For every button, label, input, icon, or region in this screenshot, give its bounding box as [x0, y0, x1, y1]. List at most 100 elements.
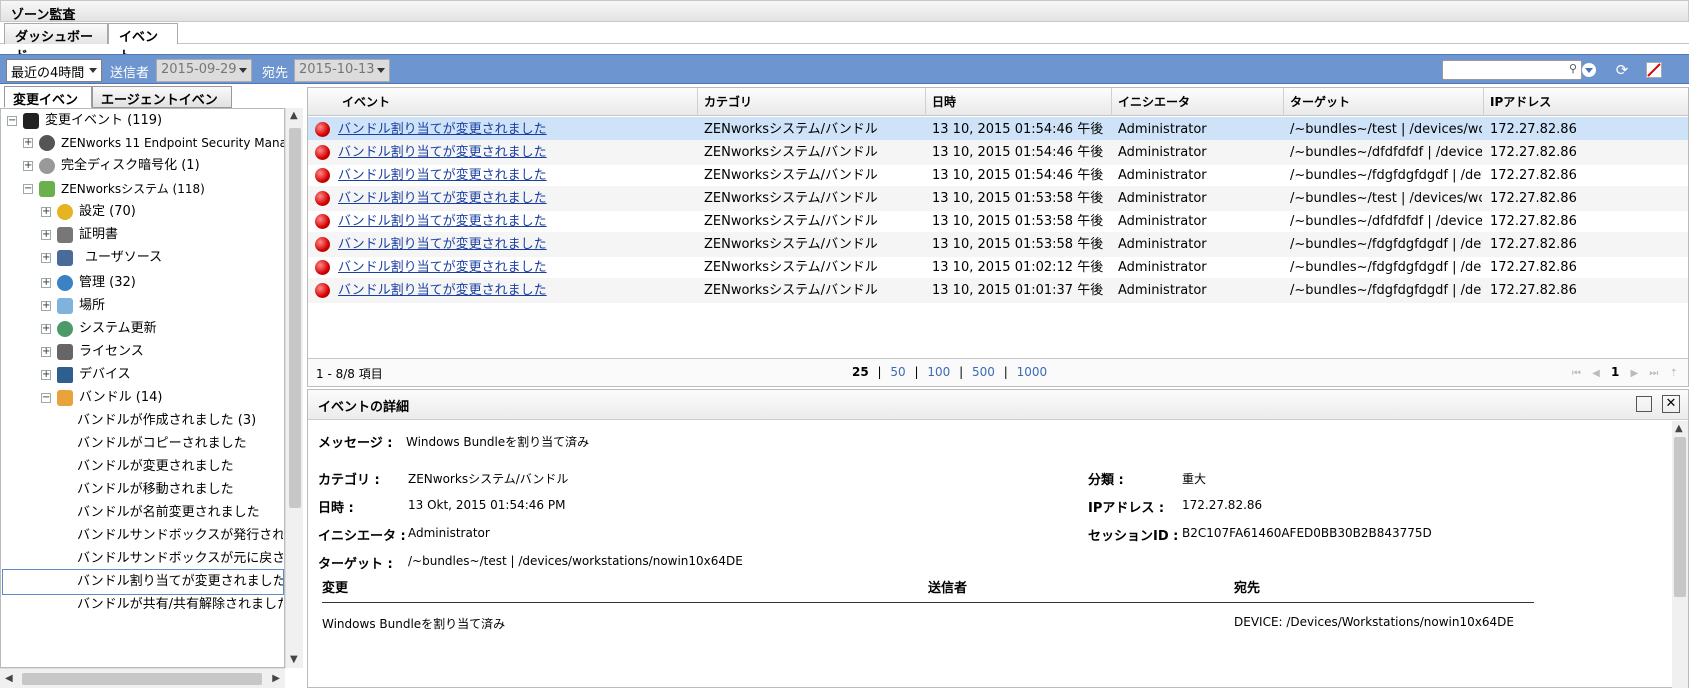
page-size-50[interactable]: 50 — [890, 365, 905, 379]
tree-leaf-sandbox-published[interactable]: バンドルサンドボックスが発行され — [63, 524, 283, 548]
scroll-up-icon[interactable]: ▲ — [290, 110, 298, 121]
tree-vertical-scrollbar[interactable]: ▲ ▼ — [285, 108, 303, 668]
table-row[interactable]: バンドル割り当てが変更されました ZENworksシステム/バンドル 13 10, … — [308, 117, 1688, 142]
event-link[interactable]: バンドル割り当てが変更されました — [338, 191, 547, 206]
tree-leaf-bundle-moved[interactable]: バンドルが移動されました — [63, 478, 283, 502]
page-size-100[interactable]: 100 — [927, 365, 950, 379]
expand-icon[interactable]: + — [23, 161, 33, 171]
separator: | — [959, 365, 964, 379]
next-page-icon[interactable]: ▶ — [1631, 368, 1639, 379]
license-icon — [57, 344, 73, 360]
cell-target: /~bundles~/test | /devices/wor... — [1290, 122, 1482, 137]
tab-agent-events[interactable]: エージェントイベント — [92, 86, 232, 127]
page-size-1000[interactable]: 1000 — [1017, 365, 1048, 379]
expand-icon[interactable]: + — [41, 230, 51, 240]
separator: | — [914, 365, 919, 379]
col-header-initiator[interactable]: イニシエータ — [1112, 88, 1284, 116]
chevron-down-icon — [239, 68, 247, 73]
tree-leaf-sandbox-reverted[interactable]: バンドルサンドボックスが元に戻さ — [63, 547, 283, 571]
first-page-icon[interactable]: ⏮ — [1572, 368, 1581, 379]
last-page-icon[interactable]: ⏭ — [1649, 368, 1658, 379]
event-tree: − 変更イベント (119) + ZENworks 11 Endpoint Se… — [0, 108, 285, 668]
col-header-datetime[interactable]: 日時 — [926, 88, 1112, 116]
expand-icon[interactable]: + — [41, 370, 51, 380]
from-date-field[interactable]: 2015-09-29 — [156, 59, 252, 82]
tab-dashboard[interactable]: ダッシュボード — [4, 23, 108, 64]
tree-leaf-bundle-copied[interactable]: バンドルがコピーされました — [63, 432, 283, 456]
details-header: イベントの詳細 ✕ — [308, 390, 1688, 420]
event-link[interactable]: バンドル割り当てが変更されました — [338, 283, 547, 298]
top-icon[interactable]: ⇡ — [1670, 368, 1678, 379]
period-select[interactable]: 最近の4時間 — [6, 59, 102, 82]
scrollbar-thumb[interactable] — [22, 673, 262, 685]
error-severity-icon — [315, 145, 330, 160]
details-vertical-scrollbar[interactable]: ▲ — [1672, 421, 1688, 688]
to-date-field[interactable]: 2015-10-13 — [294, 59, 390, 82]
refresh-icon[interactable]: ⟳ — [1612, 60, 1632, 80]
tree-leaf-assignment-changed[interactable]: バンドル割り当てが変更されました — [2, 569, 284, 595]
tree-node-label: 変更イベント (119) — [45, 113, 163, 128]
tab-events[interactable]: イベント — [108, 23, 178, 64]
event-link[interactable]: バンドル割り当てが変更されました — [338, 260, 547, 275]
to-date-value: 2015-10-13 — [299, 62, 375, 77]
event-link[interactable]: バンドル割り当てが変更されました — [338, 168, 547, 183]
event-link[interactable]: バンドル割り当てが変更されました — [338, 214, 547, 229]
expand-icon[interactable]: + — [41, 253, 51, 263]
scrollbar-thumb[interactable] — [1674, 437, 1686, 597]
cell-event: バンドル割り当てが変更されました — [338, 140, 688, 165]
tree-leaf-bundle-shared[interactable]: バンドルが共有/共有解除されました — [63, 593, 283, 617]
scroll-up-icon[interactable]: ▲ — [1675, 423, 1683, 434]
cell-initiator: Administrator — [1118, 260, 1207, 275]
clear-filter-icon[interactable] — [1646, 62, 1662, 78]
event-link[interactable]: バンドル割り当てが変更されました — [338, 122, 547, 137]
table-row[interactable]: バンドル割り当てが変更されました ZENworksシステム/バンドル 13 10, … — [308, 140, 1688, 165]
scrollbar-thumb[interactable] — [289, 128, 301, 508]
col-header-event[interactable]: イベント — [308, 88, 698, 116]
scroll-down-icon[interactable]: ▼ — [290, 654, 298, 665]
event-link[interactable]: バンドル割り当てが変更されました — [338, 237, 547, 252]
col-header-target[interactable]: ターゲット — [1284, 88, 1484, 116]
search-options-button[interactable] — [1582, 63, 1596, 77]
popout-icon[interactable] — [1636, 396, 1652, 412]
tree-leaf-bundle-created[interactable]: バンドルが作成されました (3) — [63, 409, 283, 433]
tree-leaf-bundle-modified[interactable]: バンドルが変更されました — [63, 455, 283, 479]
table-row[interactable]: バンドル割り当てが変更されました ZENworksシステム/バンドル 13 10, … — [308, 209, 1688, 234]
close-icon[interactable]: ✕ — [1662, 395, 1680, 413]
scroll-right-icon[interactable]: ▶ — [272, 673, 280, 684]
collapse-icon[interactable]: − — [7, 116, 17, 126]
table-row[interactable]: バンドル割り当てが変更されました ZENworksシステム/バンドル 13 10, … — [308, 232, 1688, 257]
event-link[interactable]: バンドル割り当てが変更されました — [338, 145, 547, 160]
cell-datetime: 13 10, 2015 01:53:58 午後 — [932, 214, 1104, 229]
expand-icon[interactable]: + — [41, 207, 51, 217]
chevron-down-icon — [1585, 68, 1593, 73]
table-row[interactable]: バンドル割り当てが変更されました ZENworksシステム/バンドル 13 10, … — [308, 163, 1688, 188]
cell-target: /~bundles~/fdgfdgfdgdf | /devic... — [1290, 260, 1482, 275]
page-size-25[interactable]: 25 — [852, 365, 869, 379]
tree-horizontal-scrollbar[interactable]: ◀ ▶ — [0, 668, 285, 688]
tree-leaf-label: バンドルサンドボックスが発行され — [77, 528, 283, 543]
expand-icon[interactable]: + — [41, 324, 51, 334]
table-row[interactable]: バンドル割り当てが変更されました ZENworksシステム/バンドル 13 10, … — [308, 186, 1688, 211]
event-details-panel: イベントの詳細 ✕ メッセージ : Windows Bundleを割り当て済み … — [307, 389, 1689, 688]
table-row[interactable]: バンドル割り当てが変更されました ZENworksシステム/バンドル 13 10, … — [308, 255, 1688, 280]
expand-icon[interactable]: + — [23, 138, 33, 148]
cell-category: ZENworksシステム/バンドル — [704, 237, 878, 252]
tree-leaf-bundle-renamed[interactable]: バンドルが名前変更されました — [63, 501, 283, 525]
col-header-ip[interactable]: IPアドレス — [1484, 88, 1689, 116]
page-size-500[interactable]: 500 — [972, 365, 995, 379]
table-row[interactable]: バンドル割り当てが変更されました ZENworksシステム/バンドル 13 10, … — [308, 278, 1688, 303]
expand-icon[interactable]: + — [41, 278, 51, 288]
scroll-left-icon[interactable]: ◀ — [5, 673, 13, 684]
tab-change-events[interactable]: 変更イベント — [4, 86, 92, 127]
prev-page-icon[interactable]: ◀ — [1592, 368, 1600, 379]
collapse-icon[interactable]: − — [23, 184, 33, 194]
expand-icon[interactable]: + — [41, 347, 51, 357]
col-header-category[interactable]: カテゴリ — [698, 88, 926, 116]
cell-target: /~bundles~/test | /devices/wor... — [1290, 191, 1482, 206]
collapse-icon[interactable]: − — [41, 393, 51, 403]
search-input[interactable]: ⚲ — [1442, 60, 1582, 80]
tree-leaf-label: バンドルが移動されました — [77, 482, 234, 497]
monitor-icon — [57, 367, 73, 383]
separator: | — [877, 365, 882, 379]
expand-icon[interactable]: + — [41, 301, 51, 311]
